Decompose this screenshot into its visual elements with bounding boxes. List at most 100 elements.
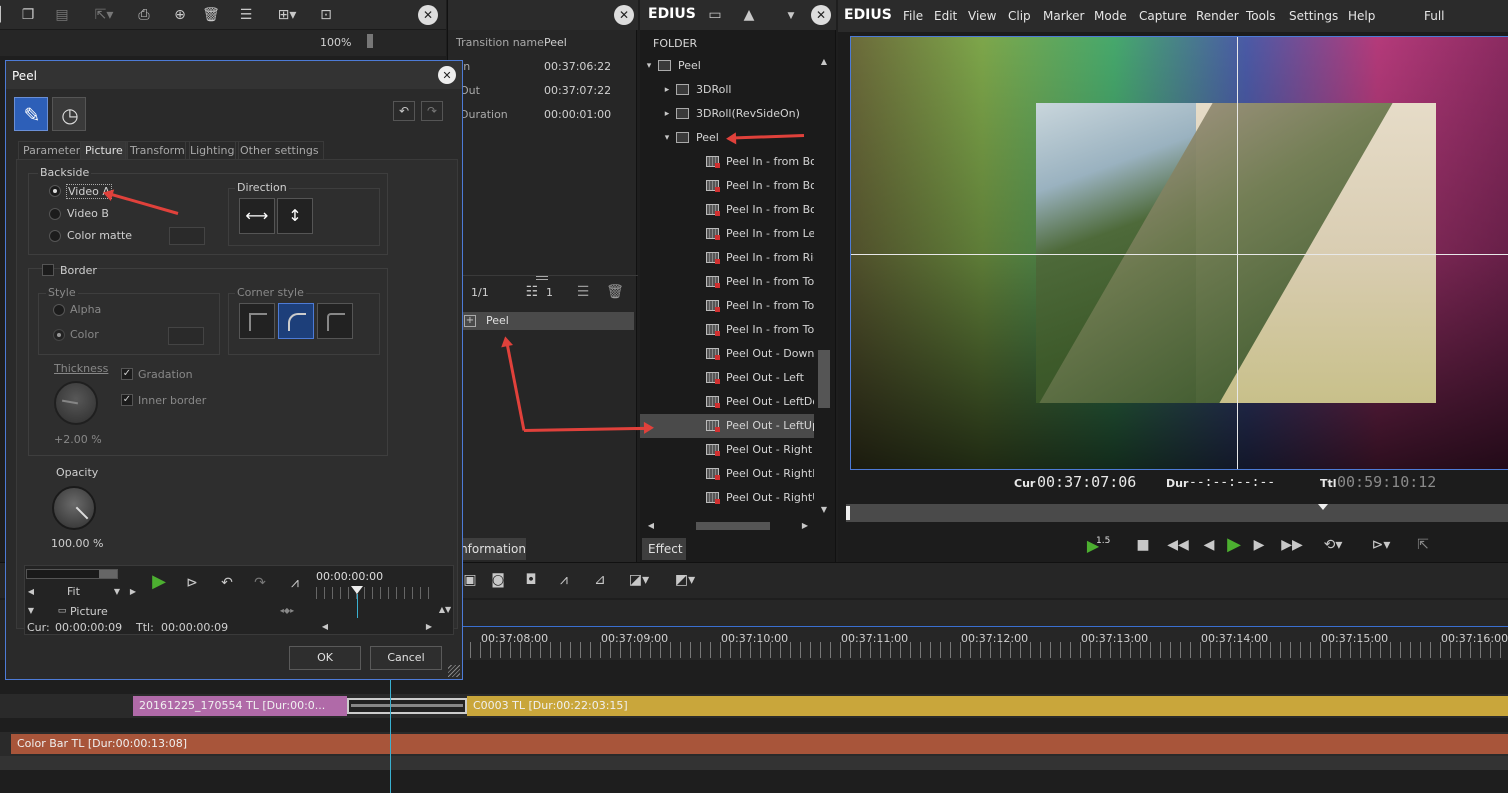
vertical-direction-button[interactable]: ↕ (277, 198, 313, 234)
step-forward-icon[interactable]: ▶ (1252, 536, 1266, 554)
export-icon[interactable]: ⇱ (1412, 536, 1434, 554)
tab-lighting[interactable]: Lighting (185, 141, 240, 159)
chevron-down-icon[interactable]: ▼ (26, 605, 36, 617)
ok-button[interactable]: OK (289, 646, 361, 670)
fit-select[interactable]: Fit (67, 585, 80, 598)
step-back-icon[interactable]: ◀ (1202, 536, 1216, 554)
radio-video-a[interactable] (49, 185, 61, 197)
keyframe-icon[interactable]: ⊿ (588, 571, 612, 589)
tree-item[interactable]: Peel In - from Top (640, 270, 814, 294)
keyframe-nav-icon[interactable]: ◂◆▸ (272, 605, 302, 617)
tree-item[interactable]: Peel In - from Bottom (640, 198, 814, 222)
border-checkbox[interactable] (42, 264, 54, 276)
expand-down-icon[interactable]: ▾ (662, 132, 672, 144)
tree-item[interactable]: Peel Out - RightDown (640, 462, 814, 486)
radio-video-b[interactable] (49, 208, 61, 220)
redo-icon[interactable]: ↷ (250, 573, 270, 593)
timeline-clip[interactable]: C0003 TL [Dur:00:22:03:15] (467, 696, 1508, 716)
vertical-scroll-icon[interactable]: ▲▼ (439, 601, 451, 619)
keyframe-playhead[interactable] (351, 586, 363, 594)
alpha-label[interactable]: Alpha (70, 303, 101, 316)
waveform-icon[interactable]: ⩘ (552, 571, 576, 589)
fast-forward-icon[interactable]: ▶▶ (1280, 536, 1304, 554)
copy-icon[interactable]: ❐ (18, 6, 38, 24)
rewind-icon[interactable]: ◀◀ (1166, 536, 1190, 554)
horizontal-direction-button[interactable]: ⟷ (239, 198, 275, 234)
cancel-button[interactable]: Cancel (370, 646, 442, 670)
close-icon[interactable]: ✕ (614, 5, 634, 25)
color-matte-label[interactable]: Color matte (67, 229, 132, 242)
tree-item[interactable]: Peel In - from Bottom (640, 150, 814, 174)
tree-item[interactable]: Peel Out - RightUp (640, 486, 814, 510)
close-icon[interactable]: ✕ (811, 5, 831, 25)
close-icon[interactable]: ✕ (438, 66, 456, 84)
corner-square-button[interactable] (239, 303, 275, 339)
menu-capture[interactable]: Capture (1139, 9, 1187, 23)
radio-color-matte[interactable] (49, 230, 61, 242)
menu-clip[interactable]: Clip (1008, 9, 1031, 23)
camera-icon[interactable]: ◙ (488, 571, 508, 589)
layout-icon[interactable]: ⊞▾ (270, 6, 304, 24)
tree-item[interactable]: ▾ Peel (640, 54, 814, 78)
scroll-right-icon[interactable]: ▶ (128, 585, 138, 599)
menu-settings[interactable]: Settings (1289, 9, 1338, 23)
hscroll-thumb[interactable] (696, 522, 770, 530)
tree-item[interactable]: Peel Out - Right (640, 438, 814, 462)
transition-icon[interactable]: ◩▾ (668, 571, 702, 589)
thickness-knob[interactable] (54, 381, 98, 425)
tab-parameter[interactable]: Parameter (18, 141, 86, 159)
undo-icon[interactable]: ↶ (393, 101, 415, 121)
tree-item[interactable]: Peel Out - Left (640, 366, 814, 390)
snapshot-icon[interactable]: ▣ (462, 571, 478, 589)
graph-icon[interactable]: ⩘ (285, 573, 305, 593)
list-view-icon[interactable]: ☰ (574, 284, 592, 300)
fit-slider[interactable] (26, 569, 118, 579)
menu-file[interactable]: File (903, 9, 923, 23)
color-label[interactable]: Color (70, 328, 99, 341)
mix-icon[interactable]: ◪▾ (622, 571, 656, 589)
tree-item[interactable]: Peel In - from Right (640, 246, 814, 270)
stop-icon[interactable]: ■ (1134, 536, 1152, 554)
tree-item[interactable]: Peel In - from TopLef (640, 294, 814, 318)
radio-alpha[interactable] (53, 304, 65, 316)
scroll-left-icon[interactable]: ◀ (646, 521, 656, 531)
chevron-down-icon[interactable]: ▼ (784, 9, 798, 23)
tree-item[interactable]: Peel Out - Down (640, 342, 814, 366)
view-mode-select[interactable]: Full (1424, 9, 1445, 23)
expand-down-icon[interactable]: ▾ (644, 60, 654, 72)
opacity-knob[interactable] (52, 486, 96, 530)
tree-item[interactable]: Peel In - from Bottom (640, 174, 814, 198)
timeline-clip[interactable]: Color Bar TL [Dur:00:00:13:08] (11, 734, 1508, 754)
tab-effect[interactable]: Effect (642, 538, 686, 560)
paste-icon[interactable]: ▤ (52, 6, 72, 24)
tree-hscrollbar[interactable]: ◀ ▶ (640, 518, 816, 534)
up-icon[interactable]: ▲ (740, 7, 758, 23)
timeline-cursor[interactable] (390, 680, 391, 793)
tab-transform[interactable]: Transform (125, 141, 190, 159)
scroll-right-icon[interactable]: ▶ (800, 521, 810, 531)
zoom-slider-handle[interactable] (367, 34, 373, 48)
fit-slider-thumb[interactable] (99, 570, 117, 578)
tree-item[interactable]: ▸ 3DRoll(RevSideOn) (640, 102, 814, 126)
delete-icon[interactable]: 🗑 (606, 284, 624, 300)
play-icon[interactable]: ▶ (148, 571, 170, 593)
scroll-right-icon[interactable]: ▶ (424, 621, 434, 633)
chevron-down-icon[interactable]: ▼ (112, 585, 122, 599)
playhead-marker[interactable] (1318, 504, 1328, 510)
delete-icon[interactable]: 🗑 (200, 6, 222, 24)
loop-icon[interactable]: ⊳ (182, 573, 202, 593)
menu-help[interactable]: Help (1348, 9, 1375, 23)
undo-icon[interactable]: ↶ (217, 573, 237, 593)
scroll-left-icon[interactable]: ◀ (320, 621, 330, 633)
close-icon[interactable]: ✕ (418, 5, 438, 25)
border-color-swatch[interactable] (168, 327, 204, 345)
menu-marker[interactable]: Marker (1043, 9, 1084, 23)
output-icon[interactable]: ⎙ (133, 6, 155, 24)
in-marker[interactable] (846, 506, 850, 520)
tab-picture[interactable]: Picture (80, 141, 128, 159)
inner-border-checkbox[interactable]: ✓ (121, 394, 133, 406)
keyframe-ruler[interactable] (316, 587, 436, 599)
timeline-clip[interactable]: 20161225_170554 TL [Dur:00:0... (133, 696, 347, 716)
stopwatch-icon[interactable]: ◷ (52, 97, 86, 131)
marker-icon[interactable]: ⊳▾ (1364, 536, 1398, 554)
